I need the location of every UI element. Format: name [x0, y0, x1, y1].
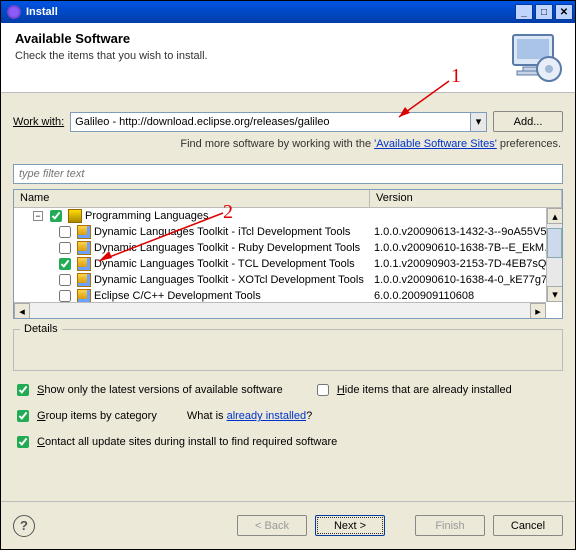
- opt-group-category[interactable]: Group items by category: [13, 407, 157, 425]
- eclipse-icon: [7, 5, 21, 19]
- item-checkbox[interactable]: [59, 290, 71, 302]
- feature-icon: [77, 273, 91, 287]
- scroll-down-icon[interactable]: ▾: [547, 286, 563, 302]
- opt-contact-all[interactable]: Contact all update sites during install …: [13, 433, 337, 451]
- table-header: Name Version: [14, 190, 562, 208]
- col-name[interactable]: Name: [14, 190, 370, 207]
- item-checkbox[interactable]: [59, 226, 71, 238]
- item-label: Dynamic Languages Toolkit - XOTcl Develo…: [94, 274, 364, 286]
- cancel-button[interactable]: Cancel: [493, 515, 563, 536]
- col-version[interactable]: Version: [370, 190, 562, 207]
- already-installed-link[interactable]: already installed: [227, 410, 307, 422]
- group-label: Programming Languages: [85, 210, 209, 222]
- window-title: Install: [26, 6, 58, 18]
- item-version: 1.0.0.v20090610-1638-4-0_kE77g7…: [372, 274, 560, 286]
- add-button[interactable]: Add...: [493, 111, 563, 132]
- details-group: Details: [13, 329, 563, 371]
- item-label: Dynamic Languages Toolkit - TCL Developm…: [94, 258, 355, 270]
- workwith-row: Work with: ▾ Add...: [13, 111, 563, 132]
- wizard-footer: ? < Back Next > Finish Cancel: [1, 501, 575, 549]
- workwith-input[interactable]: [71, 113, 470, 131]
- feature-icon: [77, 241, 91, 255]
- scroll-left-icon[interactable]: ◂: [14, 303, 30, 319]
- item-checkbox[interactable]: [59, 274, 71, 286]
- item-version: 1.0.1.v20090903-2153-7D-4EB7sQS…: [372, 258, 560, 270]
- item-version: 6.0.0.200909110608: [372, 290, 560, 302]
- item-version: 1.0.0.v20090613-1432-3--9oA55V5L…: [372, 226, 560, 238]
- tree-item-row[interactable]: Dynamic Languages Toolkit - XOTcl Develo…: [14, 272, 562, 288]
- feature-icon: [77, 225, 91, 239]
- category-icon: [68, 209, 82, 223]
- page-subtitle: Check the items that you wish to install…: [15, 50, 561, 62]
- finish-button[interactable]: Finish: [415, 515, 485, 536]
- v-scrollbar[interactable]: ▴ ▾: [546, 208, 562, 302]
- item-label: Eclipse C/C++ Development Tools: [94, 290, 261, 302]
- maximize-button[interactable]: □: [535, 4, 553, 20]
- item-version: 1.0.0.v20090610-1638-7B--E_EkMO…: [372, 242, 560, 254]
- group-checkbox[interactable]: [50, 210, 62, 222]
- workwith-combo[interactable]: ▾: [70, 112, 487, 132]
- item-label: Dynamic Languages Toolkit - Ruby Develop…: [94, 242, 360, 254]
- tree-item-row[interactable]: Dynamic Languages Toolkit - Ruby Develop…: [14, 240, 562, 256]
- details-legend: Details: [20, 323, 62, 335]
- minimize-button[interactable]: _: [515, 4, 533, 20]
- whatis-text: What is already installed?: [187, 410, 312, 422]
- install-icon: [509, 29, 565, 85]
- opt-show-latest[interactable]: Show only the latest versions of availab…: [13, 381, 283, 399]
- software-table: Name Version − Programming Languages Dyn…: [13, 189, 563, 319]
- h-scrollbar[interactable]: ◂ ▸: [14, 302, 546, 318]
- item-checkbox[interactable]: [59, 242, 71, 254]
- available-sites-link[interactable]: 'Available Software Sites': [374, 138, 497, 150]
- collapse-icon[interactable]: −: [33, 211, 43, 221]
- page-title: Available Software: [15, 31, 561, 46]
- feature-icon: [77, 289, 91, 302]
- scroll-thumb[interactable]: [547, 228, 562, 258]
- opt-hide-installed[interactable]: Hide items that are already installed: [313, 381, 512, 399]
- table-body[interactable]: − Programming Languages Dynamic Language…: [14, 208, 562, 302]
- feature-icon: [77, 257, 91, 271]
- item-label: Dynamic Languages Toolkit - iTcl Develop…: [94, 226, 350, 238]
- tree-item-row[interactable]: Eclipse C/C++ Development Tools 6.0.0.200…: [14, 288, 562, 302]
- dropdown-icon[interactable]: ▾: [470, 113, 486, 131]
- tree-item-row[interactable]: Dynamic Languages Toolkit - iTcl Develop…: [14, 224, 562, 240]
- next-button[interactable]: Next >: [315, 515, 385, 536]
- back-button[interactable]: < Back: [237, 515, 307, 536]
- page-header: Available Software Check the items that …: [1, 23, 575, 93]
- tree-group-row[interactable]: − Programming Languages: [14, 208, 562, 224]
- filter-input[interactable]: [13, 164, 563, 184]
- tree-item-row[interactable]: Dynamic Languages Toolkit - TCL Developm…: [14, 256, 562, 272]
- findmore-text: Find more software by working with the '…: [15, 138, 561, 150]
- scroll-right-icon[interactable]: ▸: [530, 303, 546, 319]
- titlebar: Install _ □ ✕: [1, 1, 575, 23]
- workwith-label: Work with:: [13, 116, 64, 128]
- item-checkbox[interactable]: [59, 258, 71, 270]
- close-button[interactable]: ✕: [555, 4, 573, 20]
- help-icon[interactable]: ?: [13, 515, 35, 537]
- scroll-up-icon[interactable]: ▴: [547, 208, 563, 224]
